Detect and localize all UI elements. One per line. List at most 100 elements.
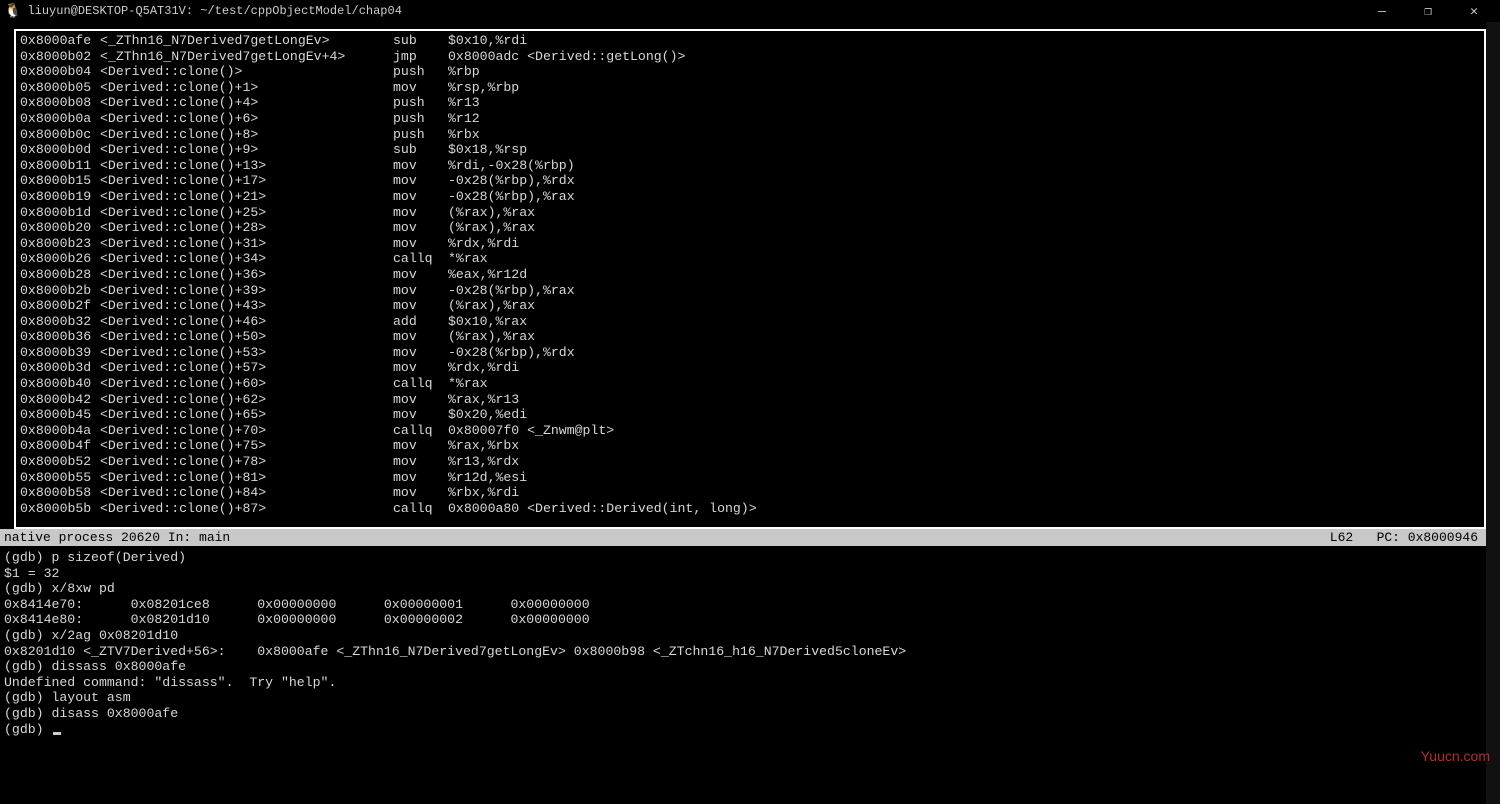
asm-args: 0x80007f0 <_Znwm@plt> xyxy=(448,423,1480,439)
asm-opcode: mov xyxy=(393,236,448,252)
asm-args: *%rax xyxy=(448,376,1480,392)
asm-args: $0x20,%edi xyxy=(448,407,1480,423)
asm-line: 0x8000b5b<Derived::clone()+87>callq0x800… xyxy=(20,501,1480,517)
asm-symbol: <Derived::clone()+36> xyxy=(100,267,393,283)
asm-symbol: <Derived::clone()+75> xyxy=(100,438,393,454)
asm-args: %r12d,%esi xyxy=(448,470,1480,486)
asm-address: 0x8000afe xyxy=(20,33,100,49)
asm-address: 0x8000b40 xyxy=(20,376,100,392)
asm-address: 0x8000b52 xyxy=(20,454,100,470)
asm-address: 0x8000b04 xyxy=(20,64,100,80)
asm-args: %r12 xyxy=(448,111,1480,127)
watermark: Yuucn.com xyxy=(1421,748,1490,764)
asm-opcode: mov xyxy=(393,205,448,221)
asm-symbol: <_ZThn16_N7Derived7getLongEv> xyxy=(100,33,393,49)
asm-opcode: sub xyxy=(393,142,448,158)
disassembly-panel[interactable]: 0x8000afe<_ZThn16_N7Derived7getLongEv>su… xyxy=(14,29,1486,529)
asm-symbol: <Derived::clone()+6> xyxy=(100,111,393,127)
asm-address: 0x8000b2f xyxy=(20,298,100,314)
asm-opcode: push xyxy=(393,127,448,143)
console-line: 0x8414e70: 0x08201ce8 0x00000000 0x00000… xyxy=(4,597,1496,613)
asm-line: 0x8000b52<Derived::clone()+78>mov%r13,%r… xyxy=(20,454,1480,470)
window-title: liuyun@DESKTOP-Q5AT31V: ~/test/cppObject… xyxy=(27,4,1368,18)
asm-symbol: <Derived::clone()+57> xyxy=(100,360,393,376)
asm-args: %rbx xyxy=(448,127,1480,143)
asm-args: -0x28(%rbp),%rax xyxy=(448,283,1480,299)
asm-opcode: push xyxy=(393,64,448,80)
asm-line: 0x8000afe<_ZThn16_N7Derived7getLongEv>su… xyxy=(20,33,1480,49)
asm-opcode: mov xyxy=(393,392,448,408)
scrollbar[interactable] xyxy=(1486,22,1500,804)
maximize-button[interactable]: ❐ xyxy=(1414,4,1442,19)
status-bar: native process 20620 In: main L62 PC: 0x… xyxy=(0,529,1486,546)
asm-line: 0x8000b58<Derived::clone()+84>mov%rbx,%r… xyxy=(20,485,1480,501)
asm-symbol: <Derived::clone()+31> xyxy=(100,236,393,252)
asm-args: 0x8000adc <Derived::getLong()> xyxy=(448,49,1480,65)
console-line: (gdb) dissass 0x8000afe xyxy=(4,659,1496,675)
asm-symbol: <Derived::clone()+39> xyxy=(100,283,393,299)
asm-line: 0x8000b32<Derived::clone()+46>add$0x10,%… xyxy=(20,314,1480,330)
asm-line: 0x8000b02<_ZThn16_N7Derived7getLongEv+4>… xyxy=(20,49,1480,65)
asm-args: (%rax),%rax xyxy=(448,329,1480,345)
asm-address: 0x8000b02 xyxy=(20,49,100,65)
asm-address: 0x8000b28 xyxy=(20,267,100,283)
asm-symbol: <Derived::clone()+62> xyxy=(100,392,393,408)
asm-address: 0x8000b4f xyxy=(20,438,100,454)
asm-line: 0x8000b08<Derived::clone()+4>push%r13 xyxy=(20,95,1480,111)
penguin-icon: 🐧 xyxy=(4,3,21,20)
asm-opcode: mov xyxy=(393,283,448,299)
asm-symbol: <Derived::clone()> xyxy=(100,64,393,80)
asm-args: %rdi,-0x28(%rbp) xyxy=(448,158,1480,174)
console-line: (gdb) layout asm xyxy=(4,690,1496,706)
asm-opcode: mov xyxy=(393,189,448,205)
status-line: L62 xyxy=(1330,530,1353,545)
asm-symbol: <Derived::clone()+43> xyxy=(100,298,393,314)
status-left: native process 20620 In: main xyxy=(4,529,1330,546)
cursor xyxy=(53,732,61,735)
asm-line: 0x8000b05<Derived::clone()+1>mov%rsp,%rb… xyxy=(20,80,1480,96)
asm-args: %rax,%r13 xyxy=(448,392,1480,408)
asm-opcode: mov xyxy=(393,438,448,454)
console-line: 0x8201d10 <_ZTV7Derived+56>: 0x8000afe <… xyxy=(4,644,1496,660)
minimize-button[interactable]: — xyxy=(1368,4,1396,19)
asm-opcode: mov xyxy=(393,267,448,283)
asm-address: 0x8000b23 xyxy=(20,236,100,252)
asm-symbol: <Derived::clone()+87> xyxy=(100,501,393,517)
asm-opcode: mov xyxy=(393,329,448,345)
asm-symbol: <Derived::clone()+70> xyxy=(100,423,393,439)
asm-line: 0x8000b0c<Derived::clone()+8>push%rbx xyxy=(20,127,1480,143)
asm-address: 0x8000b42 xyxy=(20,392,100,408)
asm-opcode: mov xyxy=(393,454,448,470)
console-line: $1 = 32 xyxy=(4,566,1496,582)
asm-args: -0x28(%rbp),%rax xyxy=(448,189,1480,205)
window-controls: — ❐ ✕ xyxy=(1368,4,1496,19)
asm-opcode: mov xyxy=(393,345,448,361)
asm-args: %rax,%rbx xyxy=(448,438,1480,454)
window-titlebar: 🐧 liuyun@DESKTOP-Q5AT31V: ~/test/cppObje… xyxy=(0,0,1500,22)
asm-args: %rdx,%rdi xyxy=(448,360,1480,376)
asm-args: $0x10,%rax xyxy=(448,314,1480,330)
asm-symbol: <Derived::clone()+25> xyxy=(100,205,393,221)
asm-args: $0x18,%rsp xyxy=(448,142,1480,158)
gdb-console[interactable]: (gdb) p sizeof(Derived)$1 = 32(gdb) x/8x… xyxy=(0,546,1500,737)
asm-symbol: <Derived::clone()+81> xyxy=(100,470,393,486)
asm-address: 0x8000b32 xyxy=(20,314,100,330)
asm-line: 0x8000b28<Derived::clone()+36>mov%eax,%r… xyxy=(20,267,1480,283)
asm-symbol: <Derived::clone()+13> xyxy=(100,158,393,174)
asm-line: 0x8000b39<Derived::clone()+53>mov-0x28(%… xyxy=(20,345,1480,361)
asm-symbol: <Derived::clone()+21> xyxy=(100,189,393,205)
status-right: L62 PC: 0x8000946 xyxy=(1330,529,1482,546)
close-button[interactable]: ✕ xyxy=(1460,4,1488,19)
asm-opcode: mov xyxy=(393,173,448,189)
console-line: (gdb) xyxy=(4,722,1496,738)
asm-symbol: <Derived::clone()+50> xyxy=(100,329,393,345)
asm-address: 0x8000b19 xyxy=(20,189,100,205)
asm-symbol: <Derived::clone()+65> xyxy=(100,407,393,423)
asm-address: 0x8000b0c xyxy=(20,127,100,143)
asm-args: %r13,%rdx xyxy=(448,454,1480,470)
asm-opcode: mov xyxy=(393,298,448,314)
asm-args: *%rax xyxy=(448,251,1480,267)
asm-line: 0x8000b26<Derived::clone()+34>callq*%rax xyxy=(20,251,1480,267)
asm-opcode: mov xyxy=(393,158,448,174)
asm-args: %eax,%r12d xyxy=(448,267,1480,283)
